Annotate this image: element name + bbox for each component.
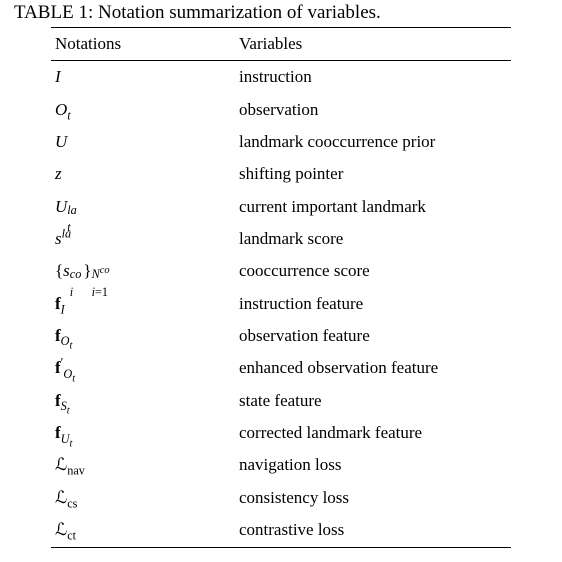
variable-cell: landmark score: [235, 223, 511, 255]
notation-cell: fSt: [51, 385, 235, 417]
table-caption: TABLE 1: Notation summarization of varia…: [14, 2, 548, 24]
page: TABLE 1: Notation summarization of varia…: [0, 0, 562, 562]
table-row: Iinstruction: [51, 61, 511, 94]
variable-cell: instruction: [235, 61, 511, 94]
table-container: Notations Variables IinstructionOtobserv…: [51, 27, 511, 548]
table-row: Otobservation: [51, 94, 511, 126]
variable-cell: instruction feature: [235, 288, 511, 320]
notation-cell: U: [51, 126, 235, 158]
table-row: f′Otenhanced observation feature: [51, 352, 511, 384]
notation-cell: fOt: [51, 320, 235, 352]
notation-cell: ℒcs: [51, 482, 235, 514]
table-row: ℒctcontrastive loss: [51, 514, 511, 547]
table-row: {scoi }Ncoi=1cooccurrence score: [51, 255, 511, 287]
notation-cell: f′Ot: [51, 352, 235, 384]
variable-cell: state feature: [235, 385, 511, 417]
variable-cell: contrastive loss: [235, 514, 511, 547]
table-row: Ulatcurrent important landmark: [51, 191, 511, 223]
table-row: fUtcorrected landmark feature: [51, 417, 511, 449]
variable-cell: consistency loss: [235, 482, 511, 514]
table-row: zshifting pointer: [51, 158, 511, 190]
notation-cell: ℒct: [51, 514, 235, 547]
variable-cell: corrected landmark feature: [235, 417, 511, 449]
table-row: fOtobservation feature: [51, 320, 511, 352]
notation-table: Notations Variables IinstructionOtobserv…: [51, 27, 511, 548]
notation-cell: sla: [51, 223, 235, 255]
table-row: ℒcsconsistency loss: [51, 482, 511, 514]
variable-cell: shifting pointer: [235, 158, 511, 190]
notation-cell: fUt: [51, 417, 235, 449]
table-row: ℒnavnavigation loss: [51, 449, 511, 481]
variable-cell: cooccurrence score: [235, 255, 511, 287]
table-row: Ulandmark cooccurrence prior: [51, 126, 511, 158]
variable-cell: observation feature: [235, 320, 511, 352]
table-header-row: Notations Variables: [51, 28, 511, 61]
notation-cell: ℒnav: [51, 449, 235, 481]
header-variables: Variables: [235, 28, 511, 61]
table-row: slalandmark score: [51, 223, 511, 255]
table-row: fIinstruction feature: [51, 288, 511, 320]
variable-cell: landmark cooccurrence prior: [235, 126, 511, 158]
header-notations: Notations: [51, 28, 235, 61]
notation-cell: Ot: [51, 94, 235, 126]
variable-cell: observation: [235, 94, 511, 126]
variable-cell: enhanced observation feature: [235, 352, 511, 384]
notation-cell: fI: [51, 288, 235, 320]
table-row: fStstate feature: [51, 385, 511, 417]
notation-cell: Ulat: [51, 191, 235, 223]
variable-cell: current important landmark: [235, 191, 511, 223]
variable-cell: navigation loss: [235, 449, 511, 481]
notation-cell: {scoi }Ncoi=1: [51, 255, 235, 287]
notation-cell: z: [51, 158, 235, 190]
notation-cell: I: [51, 61, 235, 94]
